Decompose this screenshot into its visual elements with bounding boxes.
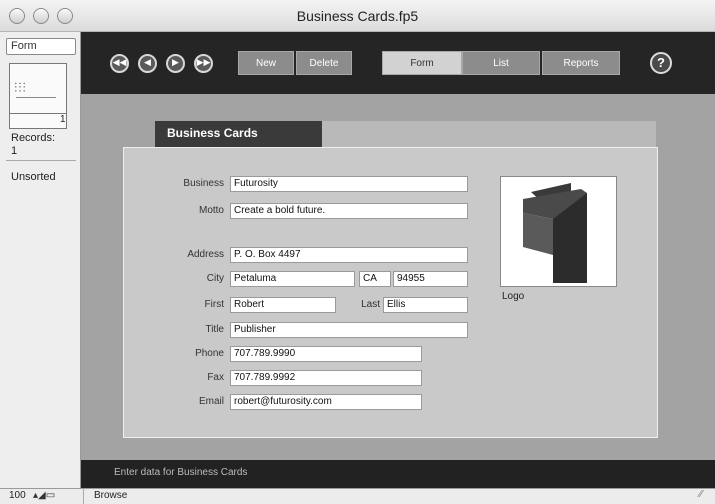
- status-divider: [6, 160, 76, 161]
- zoom-percentage[interactable]: 100: [9, 490, 26, 501]
- record-slider[interactable]: [9, 113, 67, 129]
- title-label: Title: [205, 324, 224, 335]
- logo-container-field[interactable]: [500, 176, 617, 287]
- business-field[interactable]: Futurosity: [230, 176, 468, 192]
- phone-field[interactable]: 707.789.9990: [230, 346, 422, 362]
- records-label: Records:: [11, 132, 56, 144]
- city-field[interactable]: Petaluma: [230, 271, 355, 287]
- city-label: City: [206, 273, 224, 284]
- title-field[interactable]: Publisher: [230, 322, 468, 338]
- sort-status: Unsorted: [11, 171, 56, 183]
- book-rings-icon: ⫶⫶⫶: [14, 80, 27, 95]
- next-record-icon[interactable]: ▶: [166, 54, 185, 73]
- email-label: Email: [198, 396, 224, 407]
- bottom-divider: [83, 489, 84, 504]
- book-page-line: [16, 97, 56, 98]
- resize-grip-icon[interactable]: ⁄⁄: [699, 489, 702, 500]
- fax-field[interactable]: 707.789.9992: [230, 370, 422, 386]
- form-view-button[interactable]: Form: [382, 51, 462, 75]
- zip-field[interactable]: 94955: [393, 271, 468, 287]
- layout-tab-title: Business Cards: [155, 121, 322, 147]
- fax-label: Fax: [207, 372, 224, 383]
- last-record-icon[interactable]: ▶▶: [194, 54, 213, 73]
- futurosity-logo-icon: [523, 183, 587, 283]
- address-label: Address: [187, 249, 224, 260]
- zoom-controls-icon[interactable]: ▴◢▭: [33, 490, 55, 501]
- previous-record-icon[interactable]: ◀: [138, 54, 157, 73]
- window-title: Business Cards.fp5: [296, 8, 419, 24]
- email-field[interactable]: robert@futurosity.com: [230, 394, 422, 410]
- first-name-label: First: [204, 299, 224, 310]
- footer-instructions: Enter data for Business Cards: [114, 467, 248, 478]
- logo-label: Logo: [502, 291, 525, 302]
- layout-popup-menu[interactable]: Form: [6, 38, 76, 55]
- last-name-field[interactable]: Ellis: [383, 297, 468, 313]
- address-field[interactable]: P. O. Box 4497: [230, 247, 468, 263]
- phone-label: Phone: [195, 348, 224, 359]
- business-label: Business: [183, 178, 224, 189]
- last-name-label: Last: [361, 299, 380, 310]
- motto-label: Motto: [198, 205, 224, 216]
- layout-header-strip: [322, 121, 656, 147]
- state-field[interactable]: CA: [359, 271, 391, 287]
- first-record-icon[interactable]: ◀◀: [110, 54, 129, 73]
- reports-button[interactable]: Reports: [542, 51, 620, 75]
- list-view-button[interactable]: List: [462, 51, 540, 75]
- current-record-number[interactable]: 1: [60, 114, 66, 125]
- help-button[interactable]: ?: [650, 52, 672, 74]
- records-count: 1: [11, 145, 18, 157]
- mode-popup[interactable]: Browse: [94, 490, 127, 501]
- motto-field[interactable]: Create a bold future.: [230, 203, 468, 219]
- delete-record-button[interactable]: Delete: [296, 51, 352, 75]
- new-record-button[interactable]: New: [238, 51, 294, 75]
